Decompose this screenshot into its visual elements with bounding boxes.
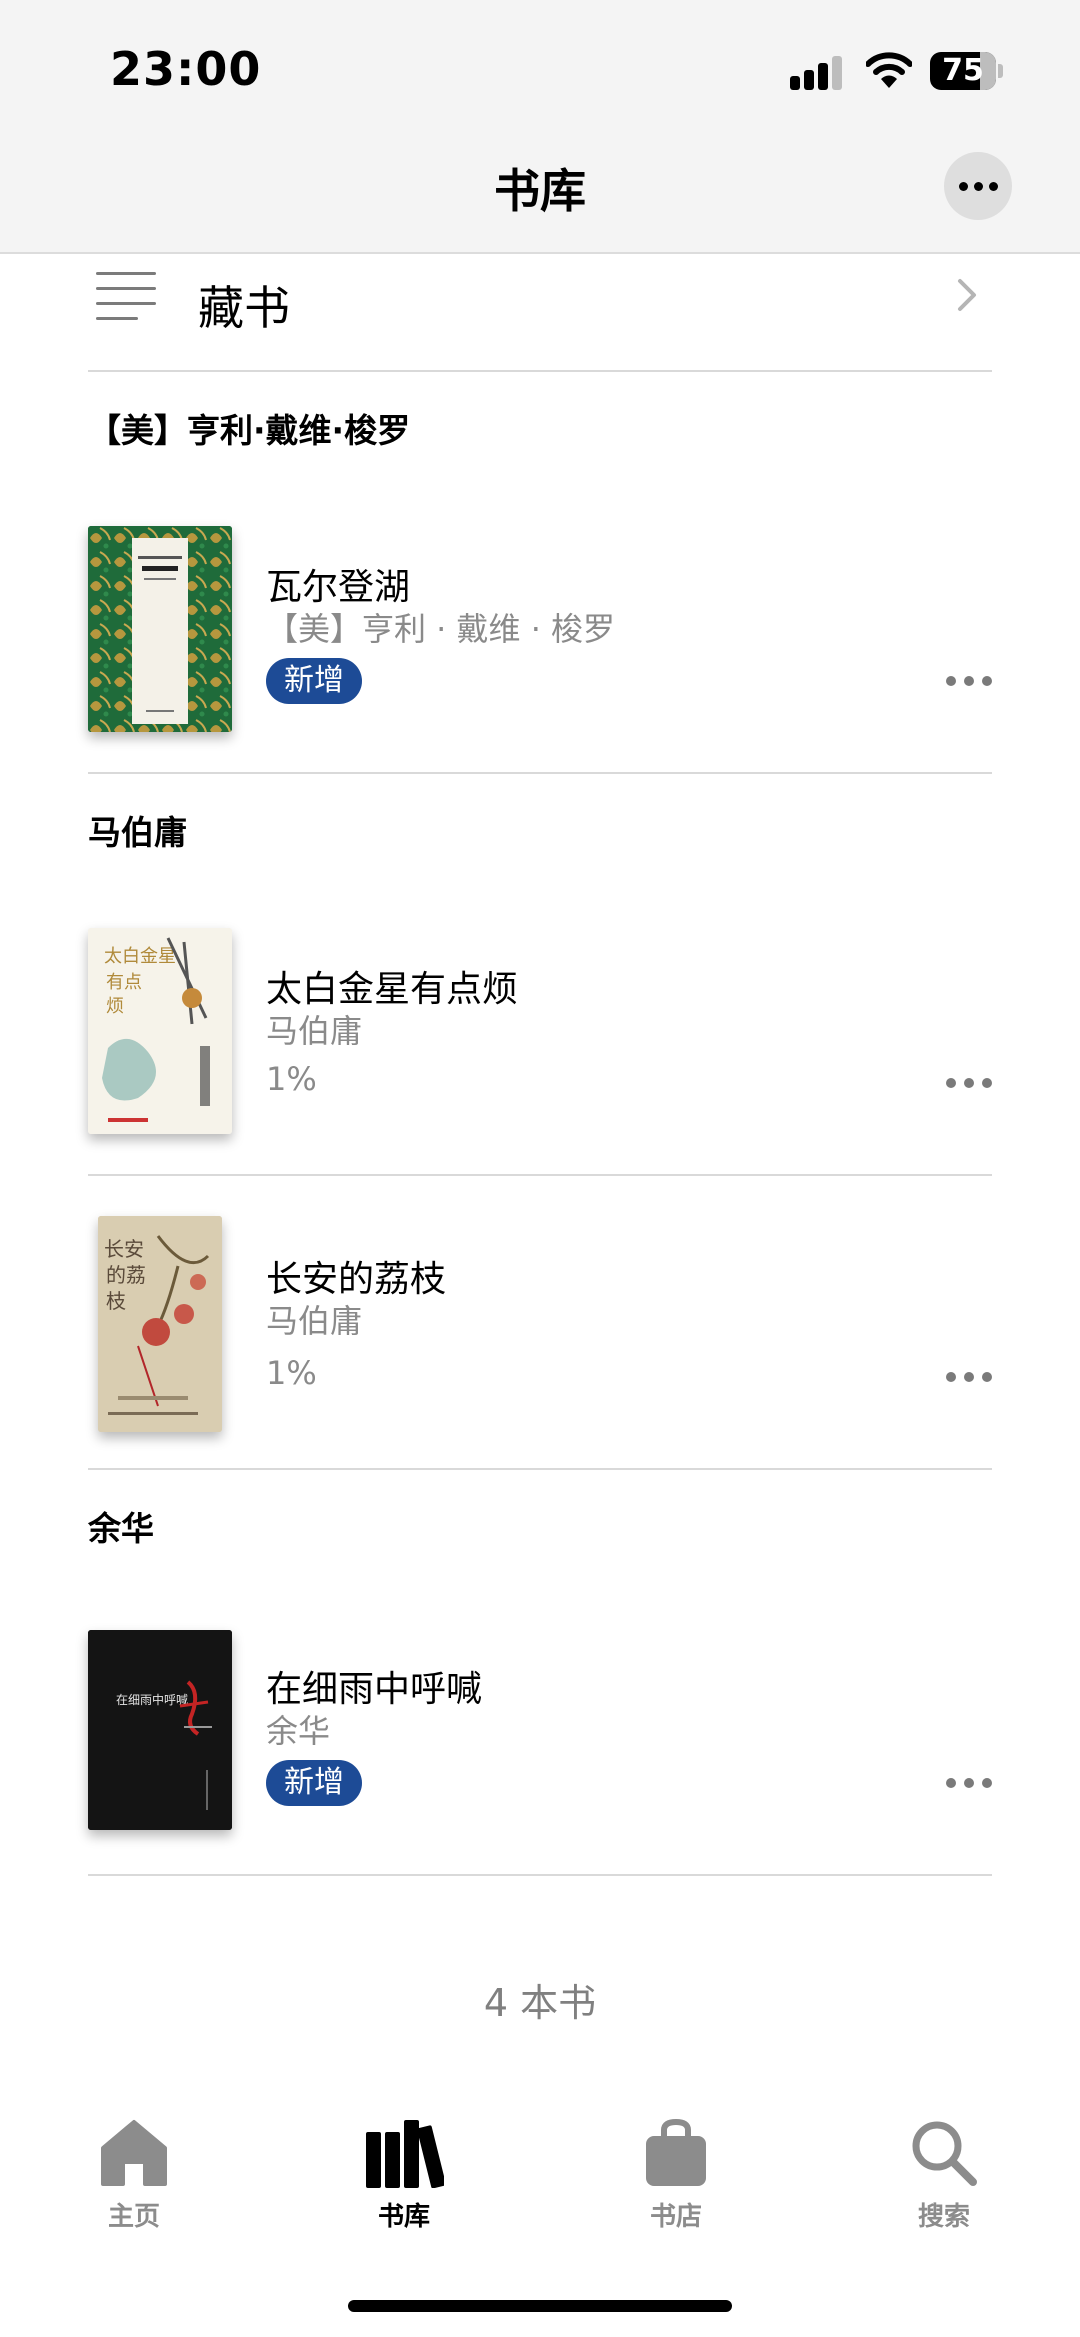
- book-cover: 长安 的荔 枝: [98, 1216, 222, 1432]
- new-badge: 新增: [266, 1760, 362, 1806]
- book-cover: 在细雨中呼喊: [88, 1630, 232, 1830]
- book-row[interactable]: 在细雨中呼喊 在细雨中呼喊 余华 新增: [88, 1604, 992, 1876]
- book-title: 太白金星有点烦: [266, 969, 519, 1010]
- signal-icon: [790, 56, 846, 90]
- collection-label: 藏书: [198, 281, 290, 335]
- page-title: 书库: [494, 164, 586, 218]
- book-row[interactable]: 太白金星 有点 烦 太白金星有点烦 马伯庸 1%: [88, 902, 992, 1176]
- book-more-button[interactable]: [946, 1076, 992, 1090]
- book-more-button[interactable]: [946, 1776, 992, 1790]
- chevron-right-icon: [958, 279, 976, 311]
- svg-text:在细雨中呼喊: 在细雨中呼喊: [116, 1692, 188, 1707]
- tab-label: 搜索: [917, 2202, 970, 2232]
- svg-text:烦: 烦: [106, 996, 124, 1017]
- more-options-button[interactable]: [944, 152, 1012, 220]
- home-icon: [101, 2120, 167, 2186]
- svg-text:枝: 枝: [106, 1289, 126, 1313]
- book-count: 4 本书: [483, 1981, 597, 2025]
- author-section-header: 【美】亨利·戴维·梭罗: [88, 411, 411, 450]
- book-row[interactable]: 长安 的荔 枝 长安的荔枝 马伯庸 1%: [88, 1174, 992, 1470]
- status-time: 23:00: [110, 42, 262, 96]
- author-section-header: 马伯庸: [88, 813, 187, 852]
- book-author: 【美】亨利 · 戴维 · 梭罗: [266, 610, 616, 648]
- more-horizontal-icon: [944, 152, 1012, 220]
- tab-library[interactable]: 书库: [334, 2118, 474, 2233]
- svg-text:有点: 有点: [106, 972, 142, 993]
- book-title: 在细雨中呼喊: [266, 1669, 483, 1710]
- list-icon: [96, 270, 156, 322]
- book-more-button[interactable]: [946, 674, 992, 688]
- home-indicator: [348, 2300, 732, 2312]
- book-title: 瓦尔登湖: [266, 567, 411, 608]
- top-bar: 23:00 75 书库: [0, 0, 1080, 254]
- book-more-button[interactable]: [946, 1370, 992, 1384]
- tab-label: 书库: [377, 2202, 430, 2232]
- collection-row[interactable]: 藏书: [88, 256, 992, 372]
- book-cover: [88, 526, 232, 732]
- tab-bookstore[interactable]: 书店: [606, 2118, 746, 2233]
- library-icon: [366, 2120, 444, 2188]
- reading-progress: 1%: [266, 1060, 317, 1098]
- svg-text:长安: 长安: [104, 1237, 144, 1261]
- battery-level: 75: [942, 53, 984, 88]
- tab-search[interactable]: 搜索: [874, 2118, 1014, 2233]
- book-author: 马伯庸: [266, 1302, 363, 1340]
- tab-home[interactable]: 主页: [64, 2118, 204, 2233]
- book-row[interactable]: 瓦尔登湖 【美】亨利 · 戴维 · 梭罗 新增: [88, 500, 992, 774]
- author-section-header: 余华: [88, 1509, 154, 1548]
- book-author: 马伯庸: [266, 1012, 363, 1050]
- wifi-icon: [866, 52, 912, 88]
- book-cover: 太白金星 有点 烦: [88, 928, 232, 1134]
- new-badge: 新增: [266, 658, 362, 704]
- bookstore-bag-icon: [646, 2118, 706, 2186]
- svg-text:的荔: 的荔: [106, 1263, 146, 1287]
- svg-text:太白金星: 太白金星: [104, 946, 176, 967]
- book-author: 余华: [266, 1712, 331, 1750]
- search-icon: [912, 2121, 977, 2186]
- battery-icon: 75: [930, 52, 1004, 90]
- tab-label: 书店: [649, 2202, 702, 2232]
- reading-progress: 1%: [266, 1354, 317, 1392]
- book-title: 长安的荔枝: [266, 1259, 447, 1300]
- tab-label: 主页: [107, 2202, 160, 2232]
